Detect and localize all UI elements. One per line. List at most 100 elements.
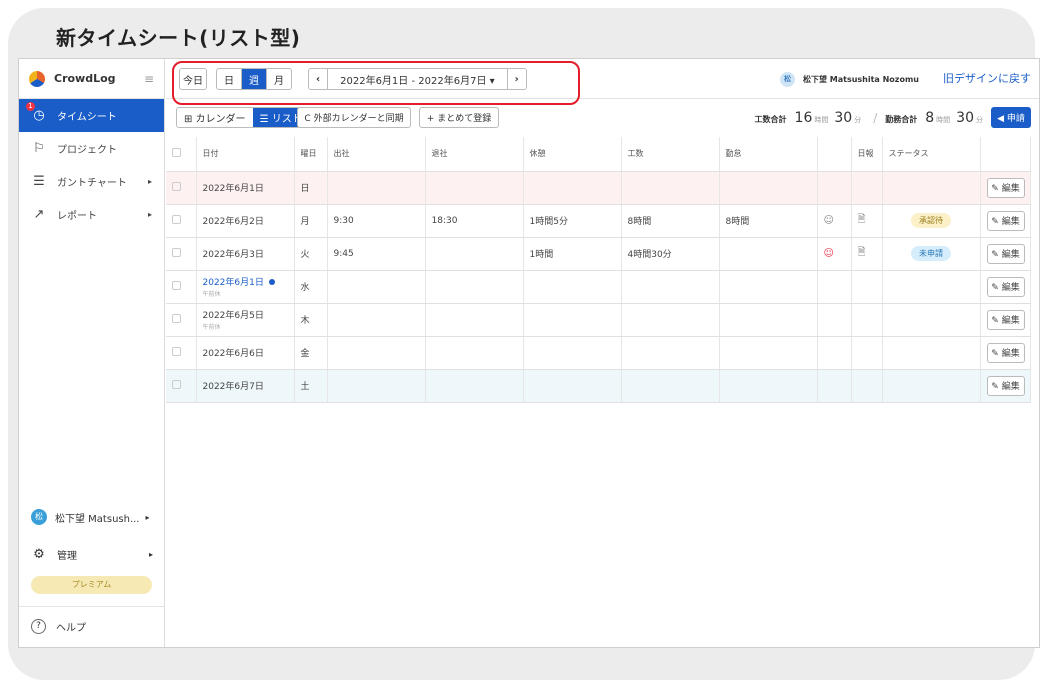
sidebar-item-label: ヘルプ bbox=[56, 623, 86, 634]
attendance-total-label: 勤務合計 bbox=[885, 115, 918, 124]
clock-in-cell bbox=[327, 336, 426, 370]
timesheet-table-wrap: 日付 曜日 出社 退社 休憩 工数 勤怠 日報 ステータス 2022年6月1日 bbox=[166, 137, 1039, 403]
work-hours-cell bbox=[621, 336, 720, 370]
break-cell bbox=[523, 336, 622, 370]
edit-button[interactable]: ✎ 編集 bbox=[986, 309, 1025, 330]
status-cell bbox=[882, 171, 981, 205]
edit-cell: ✎ 編集 bbox=[980, 204, 1031, 238]
row-checkbox[interactable] bbox=[172, 346, 181, 356]
work-hours-cell: 4時間30分 bbox=[621, 237, 720, 271]
select-all-checkbox[interactable] bbox=[172, 148, 181, 158]
document-icon[interactable]: 🗎 bbox=[858, 214, 866, 225]
attendance-total-hours: 8 bbox=[925, 110, 935, 126]
weekday-cell: 水 bbox=[294, 270, 328, 304]
topbar-user[interactable]: 松 松下望 Matsushita Nozomu bbox=[779, 72, 919, 87]
sidebar-item-admin[interactable]: ⚙ 管理 ▸ bbox=[19, 539, 165, 569]
column-header: 工数 bbox=[621, 137, 720, 172]
attendance-cell bbox=[719, 270, 818, 304]
select-all-cell bbox=[166, 137, 197, 172]
column-header: 退社 bbox=[425, 137, 524, 172]
avatar: 松 bbox=[31, 509, 47, 525]
weekday-cell: 火 bbox=[294, 237, 328, 271]
edit-button[interactable]: ✎ 編集 bbox=[986, 276, 1025, 297]
attendance-cell: 8時間 bbox=[719, 204, 818, 238]
break-cell bbox=[523, 369, 622, 403]
row-checkbox[interactable] bbox=[172, 247, 181, 257]
daily-report-cell: 🗎 bbox=[851, 237, 883, 271]
minute-unit: 分 bbox=[854, 116, 862, 124]
row-checkbox[interactable] bbox=[172, 313, 181, 323]
attendance-cell bbox=[719, 171, 818, 205]
clock-in-cell bbox=[327, 303, 426, 337]
status-badge: 承認待 bbox=[911, 213, 951, 228]
edit-cell: ✎ 編集 bbox=[980, 171, 1031, 205]
row-checkbox[interactable] bbox=[172, 379, 181, 389]
clock-out-cell bbox=[425, 171, 524, 205]
calendar-view-button[interactable]: ⊞ カレンダー bbox=[177, 108, 253, 127]
column-header bbox=[980, 137, 1031, 172]
row-checkbox[interactable] bbox=[172, 280, 181, 290]
sidebar: CrowdLog ≡ 1 ◷ タイムシート ⚐ プロジェクト ☰ ガントチャート… bbox=[19, 59, 165, 647]
notification-badge: 1 bbox=[26, 102, 35, 111]
trend-icon: ↗ bbox=[33, 207, 45, 222]
edit-cell: ✎ 編集 bbox=[980, 369, 1031, 403]
daily-report-cell: 🗎 bbox=[851, 204, 883, 238]
date-cell: 2022年6月1日 bbox=[196, 171, 295, 205]
divider: / bbox=[873, 111, 878, 125]
edit-button[interactable]: ✎ 編集 bbox=[986, 210, 1025, 231]
status-dot-icon bbox=[268, 279, 275, 285]
work-hours-cell: 8時間 bbox=[621, 204, 720, 238]
bulk-register-button[interactable]: + まとめて登録 bbox=[419, 107, 499, 128]
daily-report-cell bbox=[851, 369, 883, 403]
row-select-cell bbox=[166, 270, 197, 304]
edit-cell: ✎ 編集 bbox=[980, 237, 1031, 271]
edit-button[interactable]: ✎ 編集 bbox=[986, 243, 1025, 264]
edit-cell: ✎ 編集 bbox=[980, 303, 1031, 337]
sidebar-item-timesheet[interactable]: 1 ◷ タイムシート bbox=[19, 99, 164, 132]
sidebar-user[interactable]: 松 松下望 Matsush... ▸ bbox=[19, 502, 165, 532]
display-mode-switcher: ⊞ カレンダー ☰ リスト bbox=[176, 107, 310, 128]
attendance-cell bbox=[719, 237, 818, 271]
old-design-link[interactable]: 旧デザインに戻す bbox=[943, 70, 1031, 86]
table-row: 2022年6月1日 日 ✎ 編集 bbox=[166, 171, 1031, 205]
sad-face-icon[interactable]: ☺ bbox=[824, 248, 834, 259]
minute-unit: 分 bbox=[976, 116, 983, 124]
status-cell: 未申請 bbox=[882, 237, 981, 271]
sidebar-item-report[interactable]: ↗ レポート ▸ bbox=[19, 198, 164, 231]
logo-text: CrowdLog bbox=[54, 72, 116, 85]
row-checkbox[interactable] bbox=[172, 181, 181, 191]
edit-cell: ✎ 編集 bbox=[980, 336, 1031, 370]
mood-cell bbox=[817, 171, 852, 205]
weekday-cell: 日 bbox=[294, 171, 328, 205]
external-calendar-sync-button[interactable]: C 外部カレンダーと同期 bbox=[297, 107, 411, 128]
row-select-cell bbox=[166, 303, 197, 337]
totals-summary: 工数合計 16 時間 30 分 / 勤務合計 8 時間 30 分 bbox=[755, 110, 987, 126]
sidebar-item-help[interactable]: ? ヘルプ bbox=[19, 606, 165, 646]
date-link[interactable]: 2022年6月1日 bbox=[203, 278, 264, 288]
table-row: 2022年6月2日 月 9:30 18:30 1時間5分 8時間 8時間 ☺ 🗎… bbox=[166, 204, 1031, 238]
mood-cell bbox=[817, 369, 852, 403]
table-row: 2022年6月5日 午前休 木 ✎ 編集 bbox=[166, 303, 1031, 337]
work-hours-cell bbox=[621, 171, 720, 205]
edit-button[interactable]: ✎ 編集 bbox=[986, 342, 1025, 363]
daily-report-cell bbox=[851, 270, 883, 304]
column-header: ステータス bbox=[882, 137, 981, 172]
hour-unit: 時間 bbox=[936, 116, 951, 124]
weekday-cell: 土 bbox=[294, 369, 328, 403]
sidebar-item-gantt[interactable]: ☰ ガントチャート ▸ bbox=[19, 165, 164, 198]
hamburger-menu-icon[interactable]: ≡ bbox=[144, 72, 154, 86]
edit-button[interactable]: ✎ 編集 bbox=[986, 177, 1025, 198]
app-window: CrowdLog ≡ 1 ◷ タイムシート ⚐ プロジェクト ☰ ガントチャート… bbox=[18, 58, 1040, 648]
edit-cell: ✎ 編集 bbox=[980, 270, 1031, 304]
smile-icon[interactable]: ☺ bbox=[824, 215, 834, 226]
edit-button[interactable]: ✎ 編集 bbox=[986, 375, 1025, 396]
apply-button[interactable]: ◀ 申請 bbox=[991, 107, 1031, 128]
row-select-cell bbox=[166, 237, 197, 271]
row-select-cell bbox=[166, 204, 197, 238]
document-icon[interactable]: 🗎 bbox=[858, 247, 866, 258]
status-badge: 未申請 bbox=[911, 246, 951, 261]
status-cell: 承認待 bbox=[882, 204, 981, 238]
row-checkbox[interactable] bbox=[172, 214, 181, 224]
date-cell: 2022年6月3日 bbox=[196, 237, 295, 271]
sidebar-item-project[interactable]: ⚐ プロジェクト bbox=[19, 132, 164, 165]
